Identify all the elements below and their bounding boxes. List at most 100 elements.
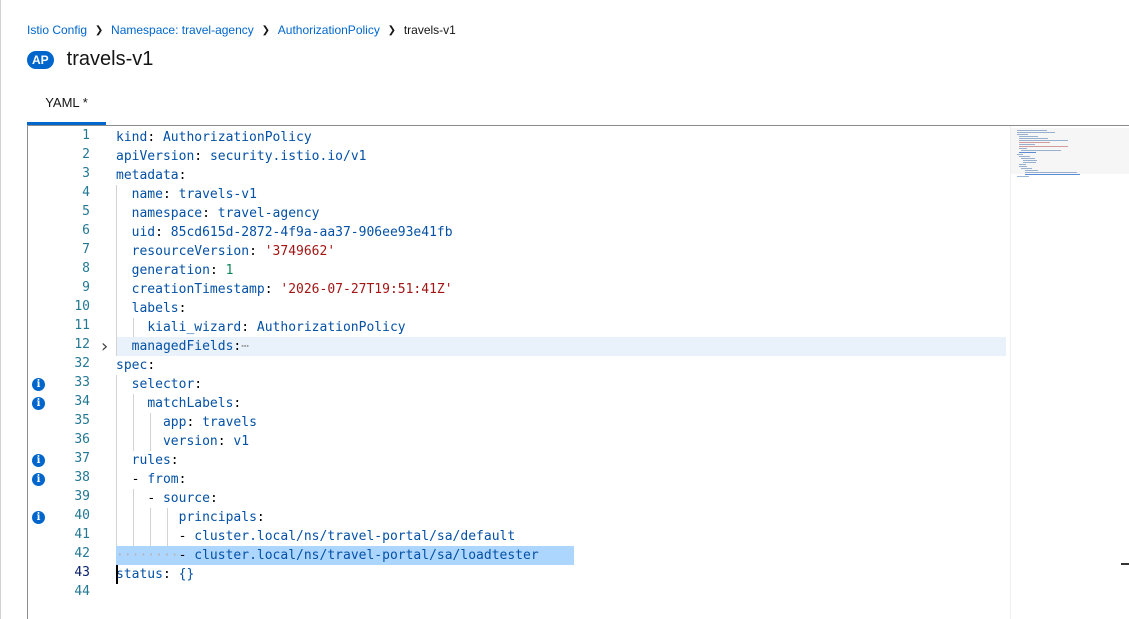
scrollbar-marker[interactable]: [1121, 563, 1129, 565]
editor-code-area[interactable]: kind: AuthorizationPolicy apiVersion: sec…: [116, 126, 1006, 619]
info-circle-icon[interactable]: i: [32, 473, 45, 486]
code-line: - source:: [147, 491, 218, 506]
breadcrumb-namespace[interactable]: Namespace: travel-agency: [111, 23, 254, 37]
yaml-key: managedFields: [131, 339, 234, 354]
chevron-right-icon: ❯: [261, 24, 270, 36]
yaml-value: cluster.local/ns/travel-portal/sa/defaul…: [194, 529, 516, 544]
breadcrumb: Istio Config ❯ Namespace: travel-agency …: [27, 22, 456, 38]
yaml-key: from: [147, 472, 179, 487]
yaml-value: security.istio.io/v1: [209, 149, 367, 164]
line-number: 2: [82, 147, 90, 162]
yaml-key: source: [162, 491, 210, 506]
chevron-right-icon[interactable]: ›: [99, 337, 110, 356]
yaml-key: matchLabels: [147, 396, 234, 411]
line-number: 43: [74, 565, 90, 580]
line-number: 4: [82, 185, 90, 200]
code-line: name: travels-v1: [131, 187, 257, 202]
line-number: 3: [82, 166, 90, 181]
line-number: 44: [74, 584, 90, 599]
line-number: 11: [74, 318, 90, 333]
yaml-editor[interactable]: 1 2 3 4 5 6 7 8 9 10 11 12 › 32 33 i 34 i 35 36 37 i 38 i 39 40 i 4…: [27, 125, 1129, 619]
yaml-key: resourceVersion: [131, 244, 250, 259]
yaml-key: uid: [131, 225, 156, 240]
line-number: 34: [74, 394, 90, 409]
tab-yaml[interactable]: YAML *: [27, 88, 106, 125]
chevron-right-icon: ❯: [387, 24, 397, 36]
code-line: rules:: [131, 453, 179, 468]
yaml-key: labels: [131, 301, 179, 316]
minimap-line: [1025, 174, 1081, 175]
yaml-value: AuthorizationPolicy: [162, 130, 312, 145]
yaml-value: travels-v1: [178, 187, 257, 202]
line-number: 10: [74, 299, 90, 314]
yaml-key: selector: [131, 377, 195, 392]
line-number: 7: [82, 242, 90, 257]
code-line: - cluster.local/ns/travel-portal/sa/defa…: [178, 529, 516, 544]
yaml-key: metadata: [116, 168, 179, 183]
line-number: 12: [74, 337, 90, 352]
yaml-value: AuthorizationPolicy: [256, 320, 406, 335]
yaml-key: status: [116, 567, 163, 582]
minimap-viewport[interactable]: [1011, 128, 1129, 174]
yaml-value: travel-agency: [217, 206, 320, 221]
yaml-key: kiali_wizard: [147, 320, 242, 335]
code-line: kiali_wizard: AuthorizationPolicy: [147, 320, 406, 335]
code-line: status: {}: [116, 567, 195, 582]
authorization-policy-page: Istio Config ❯ Namespace: travel-agency …: [0, 0, 1129, 619]
yaml-key: rules: [131, 453, 171, 468]
line-number: 42: [74, 546, 90, 561]
code-line: kind: AuthorizationPolicy: [116, 130, 312, 145]
line-number: 40: [74, 508, 90, 523]
yaml-key: principals: [178, 510, 257, 525]
yaml-value: 1: [225, 263, 234, 278]
breadcrumb-authorization-policy[interactable]: AuthorizationPolicy: [278, 23, 380, 37]
yaml-key: namespace: [131, 206, 203, 221]
yaml-value: '3749662': [264, 244, 336, 259]
line-number: 32: [74, 356, 90, 371]
yaml-key: version: [162, 434, 218, 449]
code-line: version: v1: [162, 434, 250, 449]
whitespace-marker: ········: [116, 548, 179, 563]
code-line: apiVersion: security.istio.io/v1: [116, 149, 367, 164]
yaml-key: spec: [116, 358, 148, 373]
yaml-key: creationTimestamp: [131, 282, 265, 297]
editor-gutter: 1 2 3 4 5 6 7 8 9 10 11 12 › 32 33 i 34 i 35 36 37 i 38 i 39 40 i 4…: [28, 126, 116, 619]
yaml-key: apiVersion: [116, 149, 195, 164]
yaml-value: '2026-07-27T19:51:41Z': [280, 282, 453, 297]
code-line: managedFields:⋯: [131, 339, 250, 354]
code-line: - from:: [131, 472, 187, 487]
line-number: 5: [82, 204, 90, 219]
code-line: principals:: [178, 510, 265, 525]
code-line: resourceVersion: '3749662': [131, 244, 336, 259]
code-line: creationTimestamp: '2026-07-27T19:51:41Z…: [131, 282, 453, 297]
folded-ellipsis[interactable]: ⋯: [241, 339, 249, 354]
code-line: app: travels: [162, 415, 257, 430]
code-line: selector:: [131, 377, 203, 392]
line-number: 9: [82, 280, 90, 295]
line-number: 33: [74, 375, 90, 390]
page-title: travels-v1: [66, 48, 154, 70]
minimap-line: [1017, 176, 1029, 177]
yaml-key: generation: [131, 263, 210, 278]
yaml-value: v1: [233, 434, 250, 449]
info-circle-icon[interactable]: i: [32, 511, 45, 524]
line-number: 36: [74, 432, 90, 447]
yaml-value: travels: [202, 415, 257, 430]
resource-type-badge: AP: [27, 50, 54, 69]
code-line: metadata:: [116, 168, 187, 183]
yaml-key: app: [162, 415, 187, 430]
info-circle-icon[interactable]: i: [32, 378, 45, 391]
yaml-value: cluster.local/ns/travel-portal/sa/loadte…: [194, 548, 539, 563]
breadcrumb-istio-config[interactable]: Istio Config: [27, 23, 87, 37]
line-number: 1: [82, 128, 90, 143]
page-header: AP travels-v1: [27, 48, 153, 71]
line-number: 37: [74, 451, 90, 466]
yaml-value: 85cd615d-2872-4f9a-aa37-906ee93e41fb: [170, 225, 453, 240]
editor-minimap[interactable]: [1010, 126, 1129, 619]
line-number: 39: [74, 489, 90, 504]
code-line: spec:: [116, 358, 156, 373]
code-line: labels:: [131, 301, 187, 316]
info-circle-icon[interactable]: i: [32, 397, 45, 410]
info-circle-icon[interactable]: i: [32, 454, 45, 467]
code-line: generation: 1: [131, 263, 234, 278]
